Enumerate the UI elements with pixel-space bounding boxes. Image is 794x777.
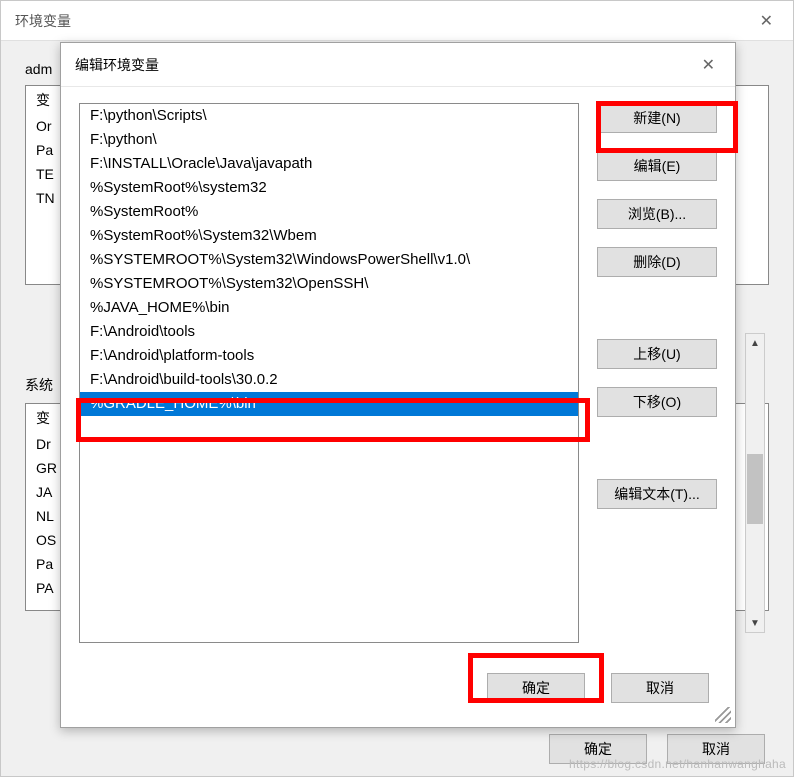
scroll-up-icon[interactable]: ▲	[747, 334, 763, 352]
path-entry[interactable]: %SYSTEMROOT%\System32\OpenSSH\	[80, 272, 578, 296]
scroll-down-icon[interactable]: ▼	[747, 614, 763, 632]
inner-title-text: 编辑环境变量	[75, 55, 159, 75]
browse-button[interactable]: 浏览(B)...	[597, 199, 717, 229]
outer-title-text: 环境变量	[15, 11, 71, 31]
path-entry[interactable]: F:\python\Scripts\	[80, 104, 578, 128]
inner-body: F:\python\Scripts\F:\python\F:\INSTALL\O…	[61, 87, 735, 643]
watermark-text: https://blog.csdn.net/hanhanwanghaha	[569, 757, 786, 771]
path-entry[interactable]: F:\Android\tools	[80, 320, 578, 344]
move-up-button[interactable]: 上移(U)	[597, 339, 717, 369]
cancel-button[interactable]: 取消	[611, 673, 709, 703]
delete-button[interactable]: 删除(D)	[597, 247, 717, 277]
edit-env-var-dialog: 编辑环境变量 ✕ F:\python\Scripts\F:\python\F:\…	[60, 42, 736, 728]
path-entry[interactable]: F:\INSTALL\Oracle\Java\javapath	[80, 152, 578, 176]
edit-text-button[interactable]: 编辑文本(T)...	[597, 479, 717, 509]
side-button-column: 新建(N) 编辑(E) 浏览(B)... 删除(D) 上移(U) 下移(O) 编…	[597, 103, 717, 643]
path-entry[interactable]: %SystemRoot%\system32	[80, 176, 578, 200]
path-entry[interactable]: F:\python\	[80, 128, 578, 152]
path-entry[interactable]: %SystemRoot%\System32\Wbem	[80, 224, 578, 248]
path-entry[interactable]: %SYSTEMROOT%\System32\WindowsPowerShell\…	[80, 248, 578, 272]
inner-footer: 确定 取消	[487, 673, 709, 703]
scroll-thumb[interactable]	[747, 454, 763, 524]
path-entry[interactable]: %SystemRoot%	[80, 200, 578, 224]
new-button[interactable]: 新建(N)	[597, 103, 717, 133]
close-icon[interactable]: ✕	[696, 55, 721, 75]
outer-titlebar: 环境变量 ✕	[1, 1, 793, 41]
path-entry[interactable]: F:\Android\build-tools\30.0.2	[80, 368, 578, 392]
path-entries-list[interactable]: F:\python\Scripts\F:\python\F:\INSTALL\O…	[79, 103, 579, 643]
path-entry[interactable]: F:\Android\platform-tools	[80, 344, 578, 368]
inner-titlebar: 编辑环境变量 ✕	[61, 43, 735, 87]
resize-grip-icon[interactable]	[715, 707, 731, 723]
path-entry[interactable]: %JAVA_HOME%\bin	[80, 296, 578, 320]
path-entry[interactable]: %GRADLE_HOME%\bin	[80, 392, 578, 416]
close-icon[interactable]: ✕	[754, 11, 779, 31]
move-down-button[interactable]: 下移(O)	[597, 387, 717, 417]
scrollbar[interactable]: ▲ ▼	[745, 333, 765, 633]
ok-button[interactable]: 确定	[487, 673, 585, 703]
edit-button[interactable]: 编辑(E)	[597, 151, 717, 181]
